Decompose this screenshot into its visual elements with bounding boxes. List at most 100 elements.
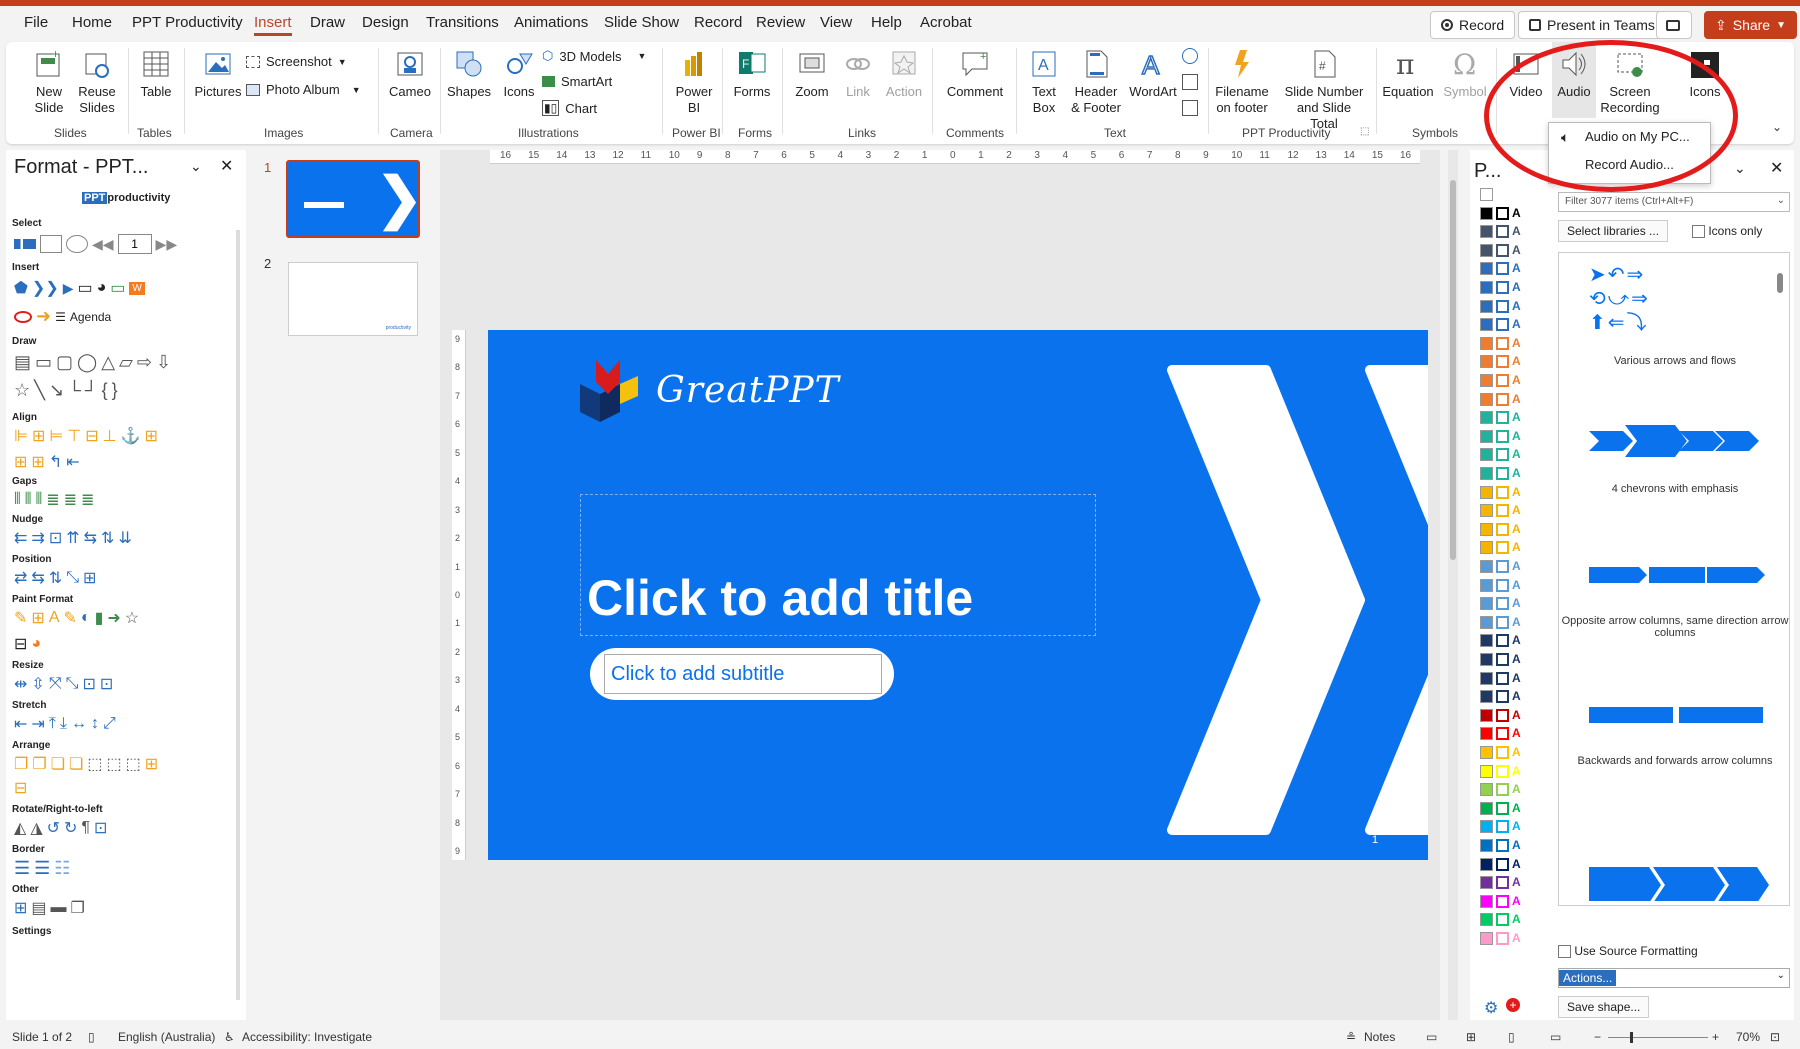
outline-swatch[interactable] bbox=[1496, 485, 1509, 499]
zoom-level[interactable]: 70% bbox=[1736, 1030, 1760, 1044]
equation-button[interactable]: π Equation bbox=[1380, 48, 1436, 100]
tab-home[interactable]: Home bbox=[72, 14, 112, 31]
fill-swatch[interactable] bbox=[1480, 727, 1493, 741]
fill-swatch[interactable] bbox=[1480, 522, 1493, 536]
outline-swatch[interactable] bbox=[1496, 876, 1509, 890]
fill-swatch[interactable] bbox=[1480, 336, 1493, 350]
arrange-backward-icon[interactable]: ❏ bbox=[69, 754, 83, 774]
fill-swatch[interactable] bbox=[1480, 243, 1493, 257]
line-icon[interactable]: ╲ bbox=[34, 380, 45, 401]
text-color-swatch[interactable]: A bbox=[1512, 894, 1525, 908]
other-text-icon[interactable]: ▤ bbox=[31, 898, 46, 918]
filter-input[interactable]: Filter 3077 items (Ctrl+Alt+F) ⌄ bbox=[1558, 192, 1790, 212]
action-button[interactable]: Action bbox=[882, 48, 926, 100]
fill-swatch[interactable] bbox=[1480, 225, 1493, 239]
filename-footer-button[interactable]: Filename on footer bbox=[1212, 48, 1272, 116]
shapes-button[interactable]: Shapes bbox=[444, 48, 494, 100]
other-fill-icon[interactable]: ▬ bbox=[51, 899, 67, 917]
dialog-launcher-icon[interactable]: ⬚ bbox=[1360, 126, 1369, 137]
paint-pie-icon[interactable]: ◕ bbox=[31, 635, 41, 653]
photo-album-button[interactable]: Photo Album ▼ bbox=[246, 82, 361, 97]
gap-h2-icon[interactable]: ⫴ bbox=[25, 491, 32, 509]
nudge-up-icon[interactable]: ⇈ bbox=[66, 528, 79, 548]
outline-swatch[interactable] bbox=[1496, 783, 1509, 797]
outline-swatch[interactable] bbox=[1496, 262, 1509, 276]
fill-swatch[interactable] bbox=[1480, 932, 1493, 945]
text-color-swatch[interactable]: A bbox=[1512, 783, 1525, 796]
power-bi-button[interactable]: Power BI bbox=[670, 48, 718, 116]
paint-text-icon[interactable]: A bbox=[49, 609, 60, 627]
spelling-icon[interactable]: ▯ bbox=[88, 1030, 95, 1044]
cameo-button[interactable]: Cameo bbox=[384, 48, 436, 100]
scrollbar-thumb[interactable] bbox=[1450, 180, 1456, 560]
align-angle-icon[interactable]: ↰ bbox=[49, 452, 62, 472]
fill-swatch[interactable] bbox=[1480, 857, 1493, 871]
normal-view-icon[interactable]: ▭ bbox=[1426, 1030, 1437, 1044]
textbox-draw-icon[interactable]: ▤ bbox=[14, 352, 31, 373]
fill-swatch[interactable] bbox=[1480, 913, 1493, 927]
outline-swatch[interactable] bbox=[1496, 318, 1509, 332]
position-angle-icon[interactable]: ⤡ bbox=[66, 569, 79, 587]
outline-swatch[interactable] bbox=[1496, 820, 1509, 834]
outline-swatch[interactable] bbox=[1496, 653, 1509, 666]
fill-swatch[interactable] bbox=[1480, 448, 1493, 462]
text-color-swatch[interactable]: A bbox=[1512, 206, 1525, 220]
anchor-icon[interactable]: ⚓ bbox=[121, 426, 141, 446]
format-pane-scrollbar[interactable] bbox=[236, 230, 240, 1000]
nudge-down-icon[interactable]: ⇊ bbox=[118, 528, 131, 548]
callout-icon[interactable]: ▭ bbox=[78, 278, 93, 298]
smartart-button[interactable]: SmartArt bbox=[542, 74, 612, 89]
paint-table-icon[interactable]: ⊞ bbox=[31, 608, 44, 628]
select-libraries-button[interactable]: Select libraries ... bbox=[1558, 220, 1669, 242]
outline-swatch[interactable] bbox=[1496, 225, 1509, 239]
text-color-swatch[interactable]: A bbox=[1512, 653, 1525, 666]
paint-harvey-icon[interactable]: ⊟ bbox=[14, 634, 27, 654]
text-color-swatch[interactable]: A bbox=[1512, 299, 1525, 313]
text-box-button[interactable]: A Text Box bbox=[1022, 48, 1066, 116]
other-grid-icon[interactable]: ⊞ bbox=[14, 898, 27, 918]
outline-swatch[interactable] bbox=[1496, 281, 1509, 294]
resize-box2-icon[interactable]: ⊡ bbox=[100, 674, 113, 694]
nudge-box-icon[interactable]: ⊡ bbox=[49, 528, 62, 548]
resize-h-icon[interactable]: ⇹ bbox=[14, 674, 27, 694]
text-color-swatch[interactable]: A bbox=[1512, 578, 1525, 592]
gallery-scrollbar[interactable] bbox=[1777, 273, 1783, 293]
text-color-swatch[interactable]: A bbox=[1512, 411, 1525, 424]
fill-swatch[interactable] bbox=[1480, 783, 1493, 797]
outline-swatch[interactable] bbox=[1496, 429, 1509, 443]
align-middle-icon[interactable]: ⊟ bbox=[85, 426, 98, 446]
text-color-swatch[interactable]: A bbox=[1512, 243, 1525, 257]
zoom-in-icon[interactable]: + bbox=[1712, 1030, 1719, 1044]
stretch-right-icon[interactable]: ⇥ bbox=[31, 714, 44, 734]
subtitle-pill[interactable]: Click to add subtitle bbox=[590, 648, 894, 700]
callout-draw-icon[interactable]: ▱ bbox=[119, 352, 133, 373]
outline-swatch[interactable] bbox=[1496, 932, 1509, 945]
outline-swatch[interactable] bbox=[1496, 467, 1509, 480]
use-source-formatting-checkbox[interactable]: Use Source Formatting bbox=[1558, 944, 1698, 959]
flip-v-icon[interactable]: ◮ bbox=[30, 818, 42, 838]
outline-swatch[interactable] bbox=[1496, 541, 1509, 555]
border-all-icon[interactable]: ☰ bbox=[14, 858, 30, 879]
outline-swatch[interactable] bbox=[1496, 448, 1509, 462]
text-color-swatch[interactable]: A bbox=[1512, 671, 1525, 685]
outline-swatch[interactable] bbox=[1496, 206, 1509, 220]
arrange-grid-icon[interactable]: ⊞ bbox=[145, 754, 158, 774]
outline-swatch[interactable] bbox=[1496, 522, 1509, 536]
outline-swatch[interactable] bbox=[1496, 597, 1509, 611]
fill-swatch[interactable] bbox=[1480, 876, 1493, 890]
arrow-right-icon[interactable]: ➜ bbox=[36, 306, 51, 327]
pentagon-arrow-icon[interactable]: ⬟ bbox=[14, 278, 28, 298]
text-color-swatch[interactable]: A bbox=[1512, 429, 1525, 443]
screenshot-button[interactable]: Screenshot ▼ bbox=[246, 54, 347, 69]
tab-transitions[interactable]: Transitions bbox=[426, 14, 499, 31]
fill-swatch[interactable] bbox=[1480, 467, 1493, 480]
reuse-slides-button[interactable]: New Slide Reuse Slides bbox=[74, 48, 120, 116]
text-color-swatch[interactable]: A bbox=[1512, 467, 1525, 480]
gear-icon[interactable]: ⚙ bbox=[1484, 998, 1498, 1018]
text-color-swatch[interactable]: A bbox=[1512, 281, 1525, 294]
outline-swatch[interactable] bbox=[1496, 801, 1509, 815]
text-color-swatch[interactable]: A bbox=[1512, 374, 1525, 387]
tab-insert[interactable]: Insert bbox=[254, 14, 292, 36]
tab-file[interactable]: File bbox=[24, 14, 48, 31]
text-color-swatch[interactable]: A bbox=[1512, 560, 1525, 573]
